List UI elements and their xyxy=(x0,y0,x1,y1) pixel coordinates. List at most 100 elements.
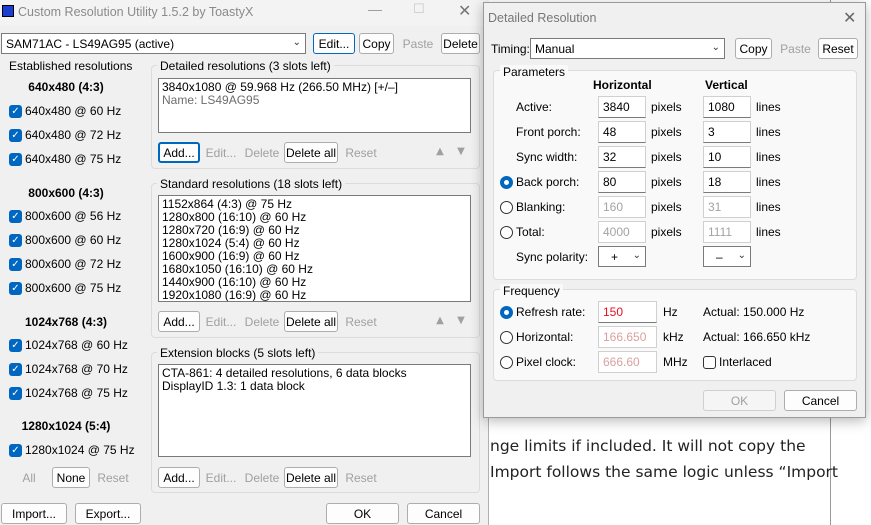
cancel-button[interactable]: Cancel xyxy=(407,503,480,524)
extension-edit-button[interactable]: Edit... xyxy=(202,467,240,488)
title-bar: Custom Resolution Utility 1.5.2 by Toast… xyxy=(0,0,489,26)
list-item[interactable]: 1920x1080 (16:9) @ 60 Hz xyxy=(162,289,467,302)
delete-button[interactable]: Delete xyxy=(441,33,480,54)
interlaced-checkbox[interactable]: Interlaced xyxy=(703,355,772,369)
refresh-rate-label: Refresh rate: xyxy=(516,305,586,319)
detail-ok-button[interactable]: OK xyxy=(703,390,776,411)
blanking-v-input[interactable]: 31 xyxy=(703,196,751,218)
minimize-icon[interactable]: — xyxy=(368,1,382,17)
blanking-radio[interactable]: Blanking: xyxy=(500,200,565,214)
front-porch-h-input[interactable]: 48 xyxy=(598,121,646,143)
standard-list[interactable]: 1152x864 (4:3) @ 75 Hz 1280x800 (16:10) … xyxy=(158,195,471,302)
sync-width-h-input[interactable]: 32 xyxy=(598,146,646,168)
refresh-rate-input[interactable]: 150 xyxy=(598,301,657,323)
standard-delete-button[interactable]: Delete xyxy=(243,311,281,332)
move-down-icon[interactable]: ▼ xyxy=(453,144,469,160)
standard-edit-button[interactable]: Edit... xyxy=(202,311,240,332)
detail-cancel-button[interactable]: Cancel xyxy=(784,390,857,411)
active-v-input[interactable]: 1080 xyxy=(703,96,751,118)
dialog-title: Detailed Resolution xyxy=(488,11,597,25)
extension-reset-button[interactable]: Reset xyxy=(342,467,380,488)
unit-pixels: pixels xyxy=(651,175,682,189)
horizontal-freq-radio[interactable]: Horizontal: xyxy=(500,330,573,344)
pixel-clock-radio[interactable]: Pixel clock: xyxy=(500,355,576,369)
detail-reset-button[interactable]: Reset xyxy=(818,38,858,59)
checkbox-800-60[interactable]: ✓ 800x600 @ 60 Hz xyxy=(9,233,121,247)
detailed-edit-button[interactable]: Edit... xyxy=(202,142,240,163)
established-list: 640x480 (4:3) ✓ 640x480 @ 60 Hz ✓ 640x480 … xyxy=(5,74,143,469)
established-all-button[interactable]: All xyxy=(10,467,48,488)
checkbox-800-75[interactable]: ✓ 800x600 @ 75 Hz xyxy=(9,281,121,295)
extension-deleteall-button[interactable]: Delete all xyxy=(284,467,338,488)
checkbox-label: 1024x768 @ 60 Hz xyxy=(25,338,128,352)
sync-polarity-label: Sync polarity: xyxy=(516,250,589,264)
total-h-input[interactable]: 4000 xyxy=(598,221,646,243)
standard-reset-button[interactable]: Reset xyxy=(342,311,380,332)
established-none-button[interactable]: None xyxy=(52,467,90,488)
chevron-down-icon: ⌄ xyxy=(632,250,641,261)
paste-button[interactable]: Paste xyxy=(399,33,437,54)
checkbox-1024-75[interactable]: ✓ 1024x768 @ 75 Hz xyxy=(9,386,128,400)
unit-pixels: pixels xyxy=(651,150,682,164)
standard-deleteall-button[interactable]: Delete all xyxy=(284,311,338,332)
checkbox-800-56[interactable]: ✓ 800x600 @ 56 Hz xyxy=(9,209,121,223)
detailed-deleteall-button[interactable]: Delete all xyxy=(284,142,338,163)
sync-width-v-input[interactable]: 10 xyxy=(703,146,751,168)
back-porch-v-input[interactable]: 18 xyxy=(703,171,751,193)
checkbox-800-72[interactable]: ✓ 800x600 @ 72 Hz xyxy=(9,257,121,271)
front-porch-v-input[interactable]: 3 xyxy=(703,121,751,143)
detailed-add-button[interactable]: Add... xyxy=(158,142,200,163)
unit-lines: lines xyxy=(756,175,781,189)
sync-polarity-h-value: + xyxy=(611,249,619,264)
detail-dialog: Detailed Resolution ✕ Timing: Manual ⌄ C… xyxy=(483,2,866,418)
horizontal-freq-input[interactable]: 166.650 xyxy=(598,326,657,348)
pixel-clock-label: Pixel clock: xyxy=(516,355,577,369)
detailed-reset-button[interactable]: Reset xyxy=(342,142,380,163)
back-porch-h-input[interactable]: 80 xyxy=(598,171,646,193)
back-porch-radio[interactable]: Back porch: xyxy=(500,175,579,189)
extension-delete-button[interactable]: Delete xyxy=(243,467,281,488)
detailed-delete-button[interactable]: Delete xyxy=(243,142,281,163)
total-v-input[interactable]: 1111 xyxy=(703,221,751,243)
ok-button[interactable]: OK xyxy=(326,503,399,524)
checkbox-640-72[interactable]: ✓ 640x480 @ 72 Hz xyxy=(9,128,121,142)
refresh-rate-radio[interactable]: Refresh rate: xyxy=(500,305,585,319)
sync-polarity-v-select[interactable]: – ⌄ xyxy=(703,246,751,267)
checkbox-640-75[interactable]: ✓ 640x480 @ 75 Hz xyxy=(9,152,121,166)
detail-paste-button[interactable]: Paste xyxy=(776,38,815,59)
copy-button[interactable]: Copy xyxy=(359,33,394,54)
timing-select[interactable]: Manual ⌄ xyxy=(530,38,725,59)
maximize-icon[interactable]: ☐ xyxy=(413,2,425,17)
export-button[interactable]: Export... xyxy=(75,503,141,524)
checkbox-640-60[interactable]: ✓ 640x480 @ 60 Hz xyxy=(9,104,121,118)
detail-copy-button[interactable]: Copy xyxy=(735,38,772,59)
active-h-input[interactable]: 3840 xyxy=(598,96,646,118)
import-button[interactable]: Import... xyxy=(1,503,67,524)
edit-monitor-button[interactable]: Edit... xyxy=(313,33,355,54)
close-icon[interactable]: ✕ xyxy=(458,1,471,20)
extension-add-button[interactable]: Add... xyxy=(158,467,200,488)
standard-add-button[interactable]: Add... xyxy=(158,311,200,332)
list-item[interactable]: DisplayID 1.3: 1 data block xyxy=(162,380,467,393)
timing-label: Timing: xyxy=(491,42,530,56)
check-icon: ✓ xyxy=(9,104,22,118)
sync-polarity-v-value: – xyxy=(716,249,723,264)
monitor-select[interactable]: SAM71AC - LS49AG95 (active) ⌄ xyxy=(1,33,306,54)
total-radio[interactable]: Total: xyxy=(500,225,545,239)
checkbox-1280-75[interactable]: ✓ 1280x1024 @ 75 Hz xyxy=(9,443,135,457)
pixel-clock-input[interactable]: 666.60 xyxy=(598,351,657,373)
checkbox-1024-60[interactable]: ✓ 1024x768 @ 60 Hz xyxy=(9,338,128,352)
detailed-list[interactable]: 3840x1080 @ 59.968 Hz (266.50 MHz) [+/–]… xyxy=(158,78,471,133)
timing-select-value: Manual xyxy=(535,41,575,56)
move-up-icon[interactable]: ▲ xyxy=(432,144,448,160)
unit-lines: lines xyxy=(756,100,781,114)
extension-list[interactable]: CTA-861: 4 detailed resolutions, 6 data … xyxy=(158,364,471,457)
established-reset-button[interactable]: Reset xyxy=(94,467,132,488)
interlaced-label: Interlaced xyxy=(719,355,772,369)
sync-polarity-h-select[interactable]: + ⌄ xyxy=(598,246,646,267)
move-down-icon[interactable]: ▼ xyxy=(453,313,469,329)
blanking-h-input[interactable]: 160 xyxy=(598,196,646,218)
close-icon[interactable]: ✕ xyxy=(843,8,856,27)
checkbox-1024-70[interactable]: ✓ 1024x768 @ 70 Hz xyxy=(9,362,128,376)
move-up-icon[interactable]: ▲ xyxy=(432,313,448,329)
